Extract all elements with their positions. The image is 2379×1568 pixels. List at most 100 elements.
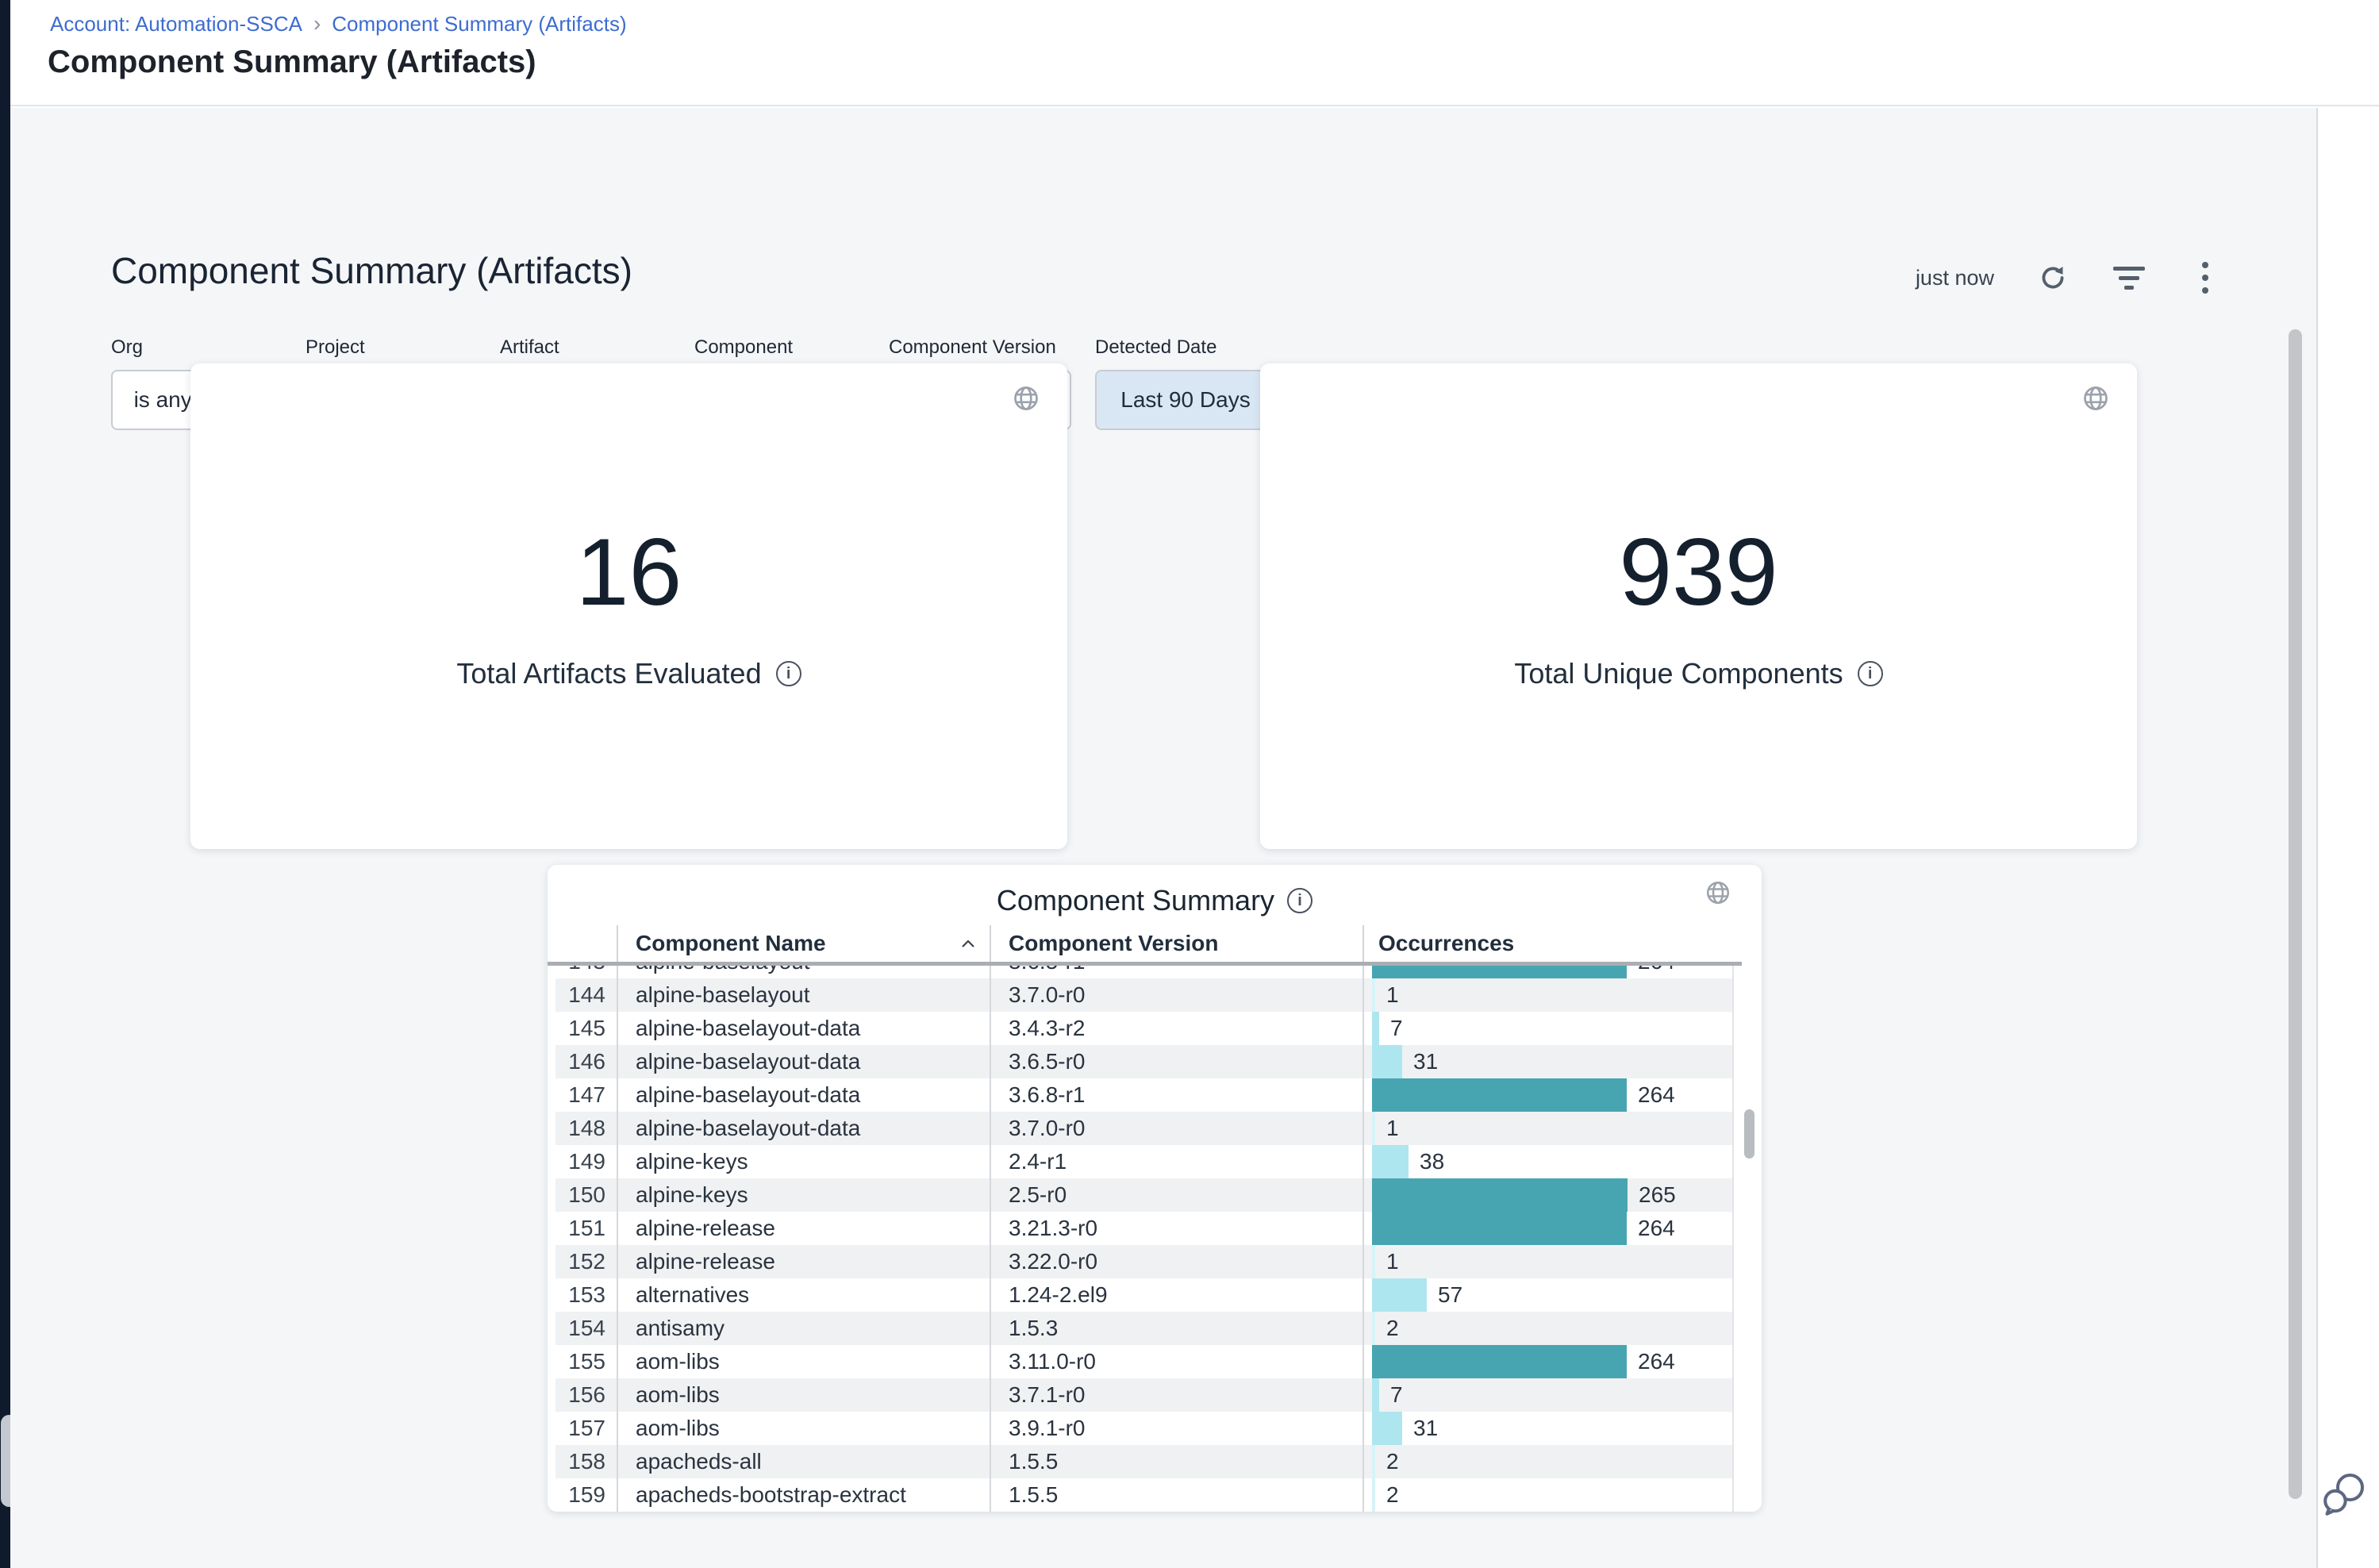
metric-label: Total Unique Components — [1514, 657, 1843, 690]
cell-row-number: 147 — [555, 1078, 617, 1112]
occurrences-value: 7 — [1390, 1378, 1403, 1412]
table-row: 148alpine-baselayout-data3.7.0-r01 — [555, 1112, 1734, 1145]
occurrences-bar — [1372, 1145, 1409, 1178]
column-header-occurrences[interactable]: Occurrences — [1362, 925, 1734, 962]
chat-bubbles-icon — [2319, 1470, 2368, 1519]
globe-icon[interactable] — [1705, 879, 1731, 906]
table-title: Component Summary — [997, 884, 1274, 917]
table-row: 156aom-libs3.7.1-r07 — [555, 1378, 1734, 1412]
page-title: Component Summary (Artifacts) — [48, 44, 536, 80]
cell-component-name: alpine-baselayout — [617, 966, 990, 978]
cell-occurrences: 1 — [1362, 1245, 1734, 1278]
cell-occurrences: 1 — [1362, 1112, 1734, 1145]
column-header-row-number — [555, 925, 617, 962]
globe-icon[interactable] — [2081, 384, 2110, 413]
occurrences-value: 264 — [1638, 1078, 1675, 1112]
column-header-component-version[interactable]: Component Version — [990, 925, 1362, 962]
support-chat-button[interactable] — [2319, 1470, 2368, 1519]
cell-component-version: 1.5.5 — [990, 1445, 1362, 1478]
cell-row-number: 159 — [555, 1478, 617, 1512]
cell-component-version: 1.5.5 — [990, 1478, 1362, 1512]
cell-component-version: 3.7.0-r0 — [990, 1112, 1362, 1145]
table-row: 149alpine-keys2.4-r138 — [555, 1145, 1734, 1178]
tile-total-unique-components: 939 Total Unique Components i — [1260, 363, 2137, 849]
table-row: 150alpine-keys2.5-r0265 — [555, 1178, 1734, 1212]
cell-occurrences: 264 — [1362, 966, 1734, 978]
component-summary-table-card: Component Summary i Component Name Compo… — [548, 865, 1762, 1512]
metric-label-row: Total Artifacts Evaluated i — [190, 657, 1067, 690]
cell-component-version: 3.11.0-r0 — [990, 1345, 1362, 1378]
cell-row-number: 143 — [555, 966, 617, 978]
metric-value: 16 — [190, 521, 1067, 624]
breadcrumb-account-link[interactable]: Account: Automation-SSCA — [50, 12, 302, 37]
table-row: 154antisamy1.5.32 — [555, 1312, 1734, 1345]
cell-component-version: 3.4.3-r2 — [990, 1012, 1362, 1045]
cell-component-name: alpine-baselayout-data — [617, 1045, 990, 1078]
occurrences-bar — [1372, 1478, 1375, 1512]
cell-occurrences: 38 — [1362, 1145, 1734, 1178]
table-header-row: Component Name Component Version Occurre… — [555, 925, 1734, 962]
cell-occurrences: 265 — [1362, 1178, 1734, 1212]
cell-component-version: 3.22.0-r0 — [990, 1245, 1362, 1278]
page-scrollbar-thumb[interactable] — [2289, 329, 2302, 1499]
cell-row-number: 152 — [555, 1245, 617, 1278]
refresh-button[interactable] — [2035, 260, 2070, 295]
cell-row-number: 145 — [555, 1012, 617, 1045]
occurrences-value: 265 — [1639, 1178, 1676, 1212]
cell-row-number: 149 — [555, 1145, 617, 1178]
cell-row-number: 156 — [555, 1378, 617, 1412]
cell-component-name: antisamy — [617, 1312, 990, 1345]
cell-component-name: alpine-release — [617, 1212, 990, 1245]
filter-detected-date-value-button[interactable]: Last 90 Days — [1095, 370, 1276, 430]
refresh-icon — [2038, 263, 2068, 293]
globe-icon[interactable] — [1012, 384, 1040, 413]
cell-occurrences: 2 — [1362, 1312, 1734, 1345]
dashboard-more-menu-button[interactable] — [2188, 260, 2223, 295]
table-row: 145alpine-baselayout-data3.4.3-r27 — [555, 1012, 1734, 1045]
cell-row-number: 155 — [555, 1345, 617, 1378]
dashboard-title: Component Summary (Artifacts) — [111, 249, 632, 292]
cell-occurrences: 1 — [1362, 978, 1734, 1012]
cell-component-name: aom-libs — [617, 1345, 990, 1378]
occurrences-value: 31 — [1413, 1045, 1438, 1078]
cell-component-version: 3.7.0-r0 — [990, 978, 1362, 1012]
table-scrollbar-thumb[interactable] — [1744, 1109, 1754, 1159]
info-icon[interactable]: i — [1287, 888, 1312, 913]
occurrences-value: 1 — [1386, 1112, 1399, 1145]
cell-component-version: 2.5-r0 — [990, 1178, 1362, 1212]
metric-value: 939 — [1260, 521, 2137, 624]
occurrences-bar — [1372, 1378, 1379, 1412]
table-row: 146alpine-baselayout-data3.6.5-r031 — [555, 1045, 1734, 1078]
occurrences-bar — [1372, 1245, 1375, 1278]
metric-label-row: Total Unique Components i — [1260, 657, 2137, 690]
column-header-component-name[interactable]: Component Name — [617, 925, 990, 962]
cell-occurrences: 7 — [1362, 1378, 1734, 1412]
cell-occurrences: 264 — [1362, 1078, 1734, 1112]
table-row: 158apacheds-all1.5.52 — [555, 1445, 1734, 1478]
table-title-row: Component Summary i — [548, 884, 1762, 917]
cell-component-name: alternatives — [617, 1278, 990, 1312]
table-row: 155aom-libs3.11.0-r0 264 — [555, 1345, 1734, 1378]
breadcrumb-chevron-icon: › — [313, 11, 321, 37]
occurrences-value: 264 — [1638, 1345, 1675, 1378]
cell-row-number: 153 — [555, 1278, 617, 1312]
occurrences-value: 2 — [1386, 1445, 1399, 1478]
cell-component-version: 3.21.3-r0 — [990, 1212, 1362, 1245]
occurrences-value: 7 — [1390, 1012, 1403, 1045]
right-gutter — [2316, 108, 2379, 1568]
cell-component-version: 1.5.3 — [990, 1312, 1362, 1345]
breadcrumb-page-link[interactable]: Component Summary (Artifacts) — [332, 12, 626, 37]
cell-component-version: 2.4-r1 — [990, 1145, 1362, 1178]
occurrences-value: 264 — [1638, 1212, 1675, 1245]
dashboard-filters-toggle-button[interactable] — [2112, 260, 2146, 295]
occurrences-value: 1 — [1386, 978, 1399, 1012]
occurrences-bar — [1372, 1045, 1402, 1078]
cell-occurrences: 7 — [1362, 1012, 1734, 1045]
occurrences-bar — [1372, 978, 1375, 1012]
collapsed-sidebar-rail — [0, 0, 10, 1568]
cell-occurrences: 57 — [1362, 1278, 1734, 1312]
kebab-menu-icon — [2202, 262, 2208, 294]
info-icon[interactable]: i — [1858, 661, 1883, 686]
cell-component-name: alpine-keys — [617, 1178, 990, 1212]
info-icon[interactable]: i — [776, 661, 801, 686]
